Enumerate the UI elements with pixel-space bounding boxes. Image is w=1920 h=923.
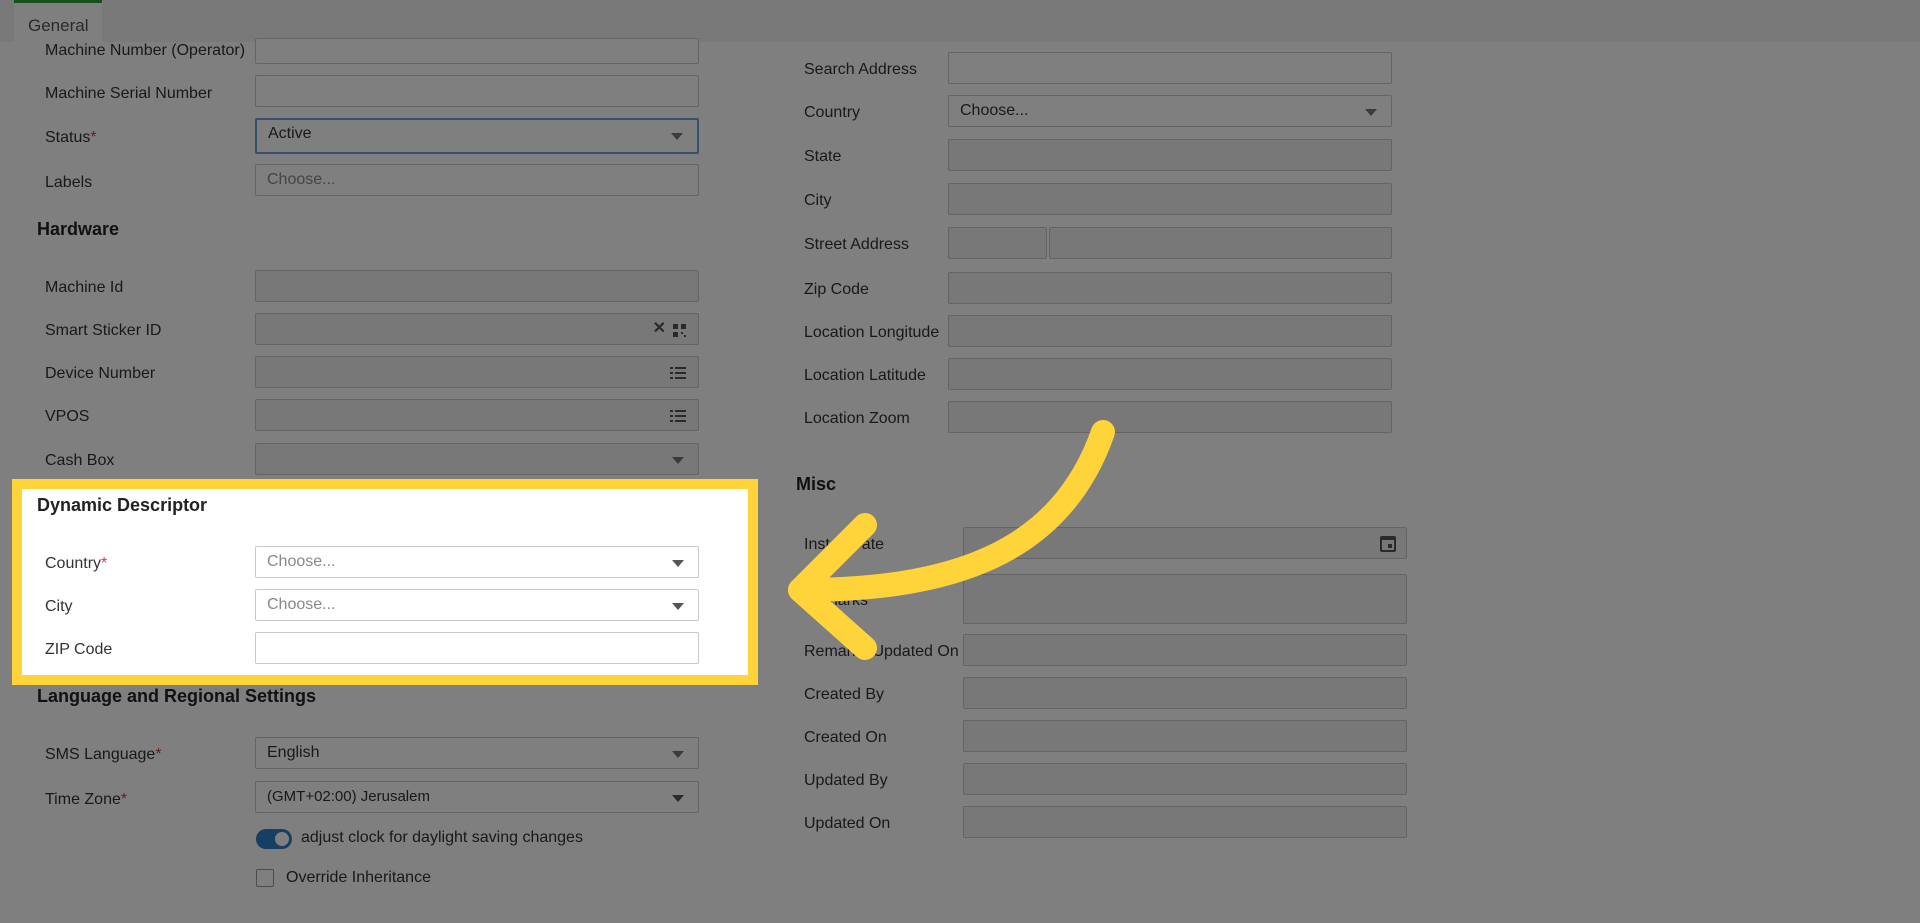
pointer-arrow-icon xyxy=(788,420,1115,660)
